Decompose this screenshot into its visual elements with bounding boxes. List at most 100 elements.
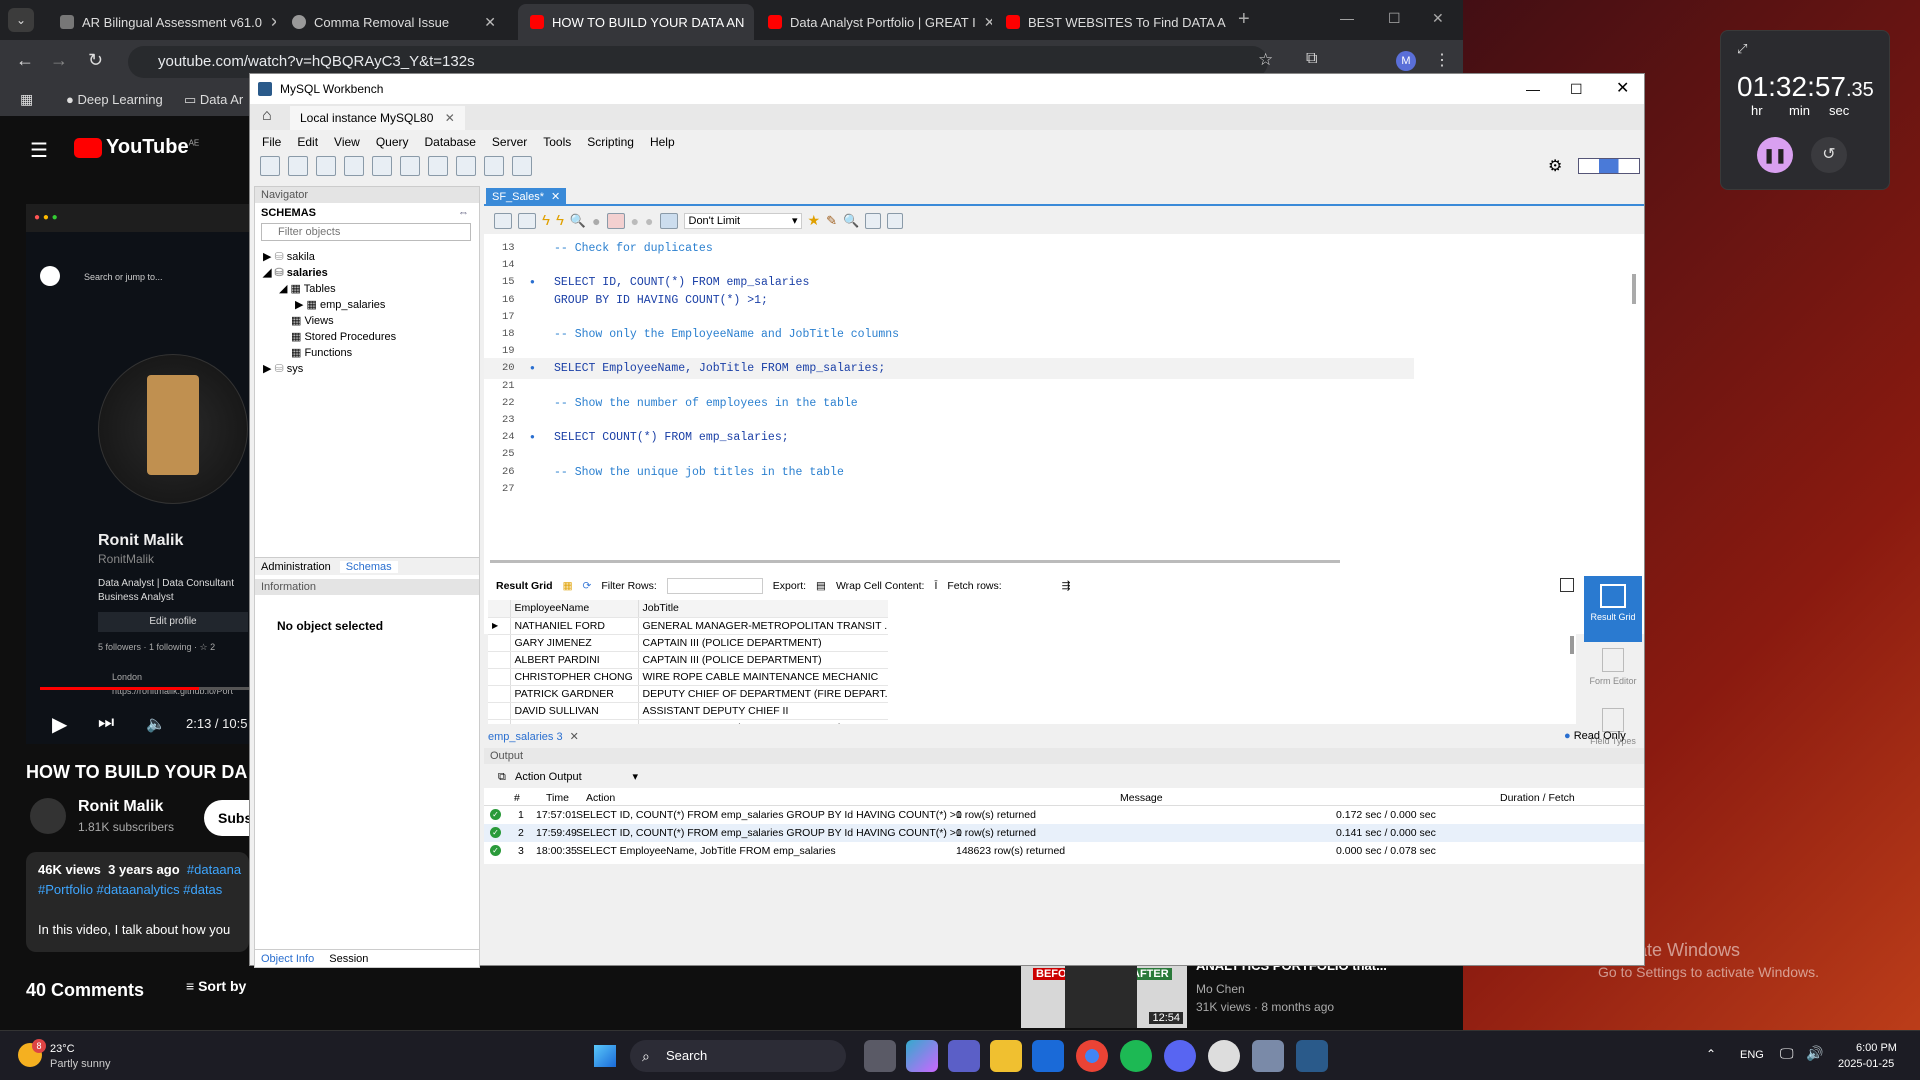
- bookmark-deep-learning[interactable]: ● Deep Learning: [66, 92, 163, 107]
- grid-cell[interactable]: ALBERT PARDINI: [510, 651, 639, 669]
- next-icon[interactable]: ⏭: [98, 712, 114, 733]
- row-indicator[interactable]: [488, 668, 511, 686]
- bookmark-star-icon[interactable]: ★: [808, 212, 821, 229]
- close-icon[interactable]: ✕: [752, 14, 754, 31]
- menu-file[interactable]: File: [254, 132, 289, 152]
- tab-object-info[interactable]: Object Info: [255, 953, 320, 965]
- editor-hscroll[interactable]: [490, 560, 1340, 563]
- commit-icon[interactable]: ●: [631, 213, 639, 229]
- autocommit-icon[interactable]: [659, 212, 678, 229]
- reload-icon[interactable]: ↻: [88, 50, 103, 71]
- table-row[interactable]: DAVID SULLIVAN ASSISTANT DEPUTY CHIEF II: [488, 702, 888, 720]
- spotify-icon[interactable]: [1120, 1040, 1152, 1072]
- stop-icon[interactable]: ●: [592, 213, 600, 229]
- tree-emp-salaries[interactable]: ▶ ▦ emp_salaries: [255, 297, 479, 313]
- grid-cell[interactable]: DAVID SULLIVAN: [510, 702, 639, 720]
- outlook-icon[interactable]: [1032, 1040, 1064, 1072]
- result-grid[interactable]: EmployeeName JobTitle ▶ NATHANIEL FORD GEN…: [488, 600, 1576, 724]
- minimize-icon[interactable]: —: [1340, 10, 1354, 26]
- tree-salaries[interactable]: ◢ ⛁ salaries: [255, 265, 479, 281]
- grid-cell[interactable]: GENERAL MANAGER-METROPOLITAN TRANSIT ...: [638, 617, 888, 635]
- instance-tab[interactable]: Local instance MySQL80 ✕: [290, 106, 465, 130]
- maximize-icon[interactable]: ☐: [1388, 10, 1401, 27]
- grid-cell[interactable]: ALSON LEE: [510, 719, 639, 724]
- row-indicator[interactable]: [488, 651, 511, 669]
- keyboard-icon[interactable]: [1252, 1040, 1284, 1072]
- grid-icon[interactable]: ▦: [563, 576, 573, 596]
- grid-cell[interactable]: NATHANIEL FORD: [510, 617, 639, 635]
- menu-edit[interactable]: Edit: [289, 132, 326, 152]
- close-icon[interactable]: ✕: [570, 731, 579, 743]
- wb-minimize-icon[interactable]: —: [1526, 74, 1540, 104]
- file-explorer-icon[interactable]: [990, 1040, 1022, 1072]
- query-tab-sf-sales[interactable]: SF_Sales* ✕: [486, 188, 567, 206]
- execute-current-icon[interactable]: ϟ: [556, 212, 564, 229]
- fetch-icon[interactable]: ⇶: [1062, 576, 1071, 596]
- row-indicator[interactable]: [488, 634, 511, 652]
- video-player[interactable]: ● ● ● Search or jump to... Ronit Malik R…: [26, 204, 249, 744]
- app-icon[interactable]: [1208, 1040, 1240, 1072]
- bookmark-folder-data[interactable]: ▭ Data Ar: [184, 92, 243, 108]
- table-row[interactable]: ALBERT PARDINI CAPTAIN III (POLICE DEPART…: [488, 651, 888, 669]
- refresh-icon[interactable]: ⟳: [583, 576, 592, 596]
- clock-time[interactable]: 6:00 PM: [1856, 1042, 1897, 1054]
- wb-maximize-icon[interactable]: ☐: [1570, 74, 1583, 104]
- table-row[interactable]: PATRICK GARDNER DEPUTY CHIEF OF DEPARTMEN…: [488, 685, 888, 703]
- grid-cell[interactable]: DEPUTY CHIEF OF DEPARTMENT (FIRE DEPART.…: [638, 685, 888, 703]
- toggle-panel-icon[interactable]: [1560, 578, 1574, 592]
- tab-ar-bilingual[interactable]: AR Bilingual Assessment v61.0 ✕: [48, 4, 276, 40]
- volume-icon[interactable]: 🔊: [1806, 1045, 1823, 1062]
- create-function-icon[interactable]: [456, 156, 476, 176]
- grid-cell[interactable]: BATTALION CHIEF (FIRE DEPARTMENT): [638, 719, 888, 724]
- recommended-channel[interactable]: Mo Chen: [1196, 982, 1245, 996]
- column-header-jobtitle[interactable]: JobTitle: [638, 600, 888, 618]
- explain-icon[interactable]: 🔍: [570, 213, 586, 229]
- invisible-chars-icon[interactable]: [865, 212, 882, 229]
- create-table-icon[interactable]: [372, 156, 392, 176]
- teams-icon[interactable]: [948, 1040, 980, 1072]
- network-icon[interactable]: 🖵: [1780, 1045, 1794, 1062]
- taskbar-search[interactable]: ⌕ Search: [630, 1040, 846, 1072]
- grid-cell[interactable]: PATRICK GARDNER: [510, 685, 639, 703]
- grid-cell[interactable]: ASSISTANT DEPUTY CHIEF II: [638, 702, 888, 720]
- menu-view[interactable]: View: [326, 132, 368, 152]
- new-sql-tab-icon[interactable]: [260, 156, 280, 176]
- hashtags[interactable]: #Portfolio #dataanalytics #datas: [38, 882, 222, 897]
- editor-scrollbar[interactable]: [1632, 274, 1636, 304]
- table-row[interactable]: ▶ NATHANIEL FORD GENERAL MANAGER-METROPOLI…: [488, 617, 888, 635]
- output-row[interactable]: ✓ 3 18:00:35 SELECT EmployeeName, JobTitle …: [484, 842, 1644, 860]
- export-icon[interactable]: ▤: [816, 576, 826, 596]
- row-indicator[interactable]: [488, 685, 511, 703]
- menu-kebab-icon[interactable]: ⋮: [1434, 50, 1450, 70]
- sql-editor[interactable]: 13 -- Check for duplicates 14 15 ● SELECT ID,…: [484, 234, 1644, 634]
- close-icon[interactable]: ✕: [445, 111, 455, 125]
- close-icon[interactable]: ✕: [551, 191, 560, 203]
- tab-best-websites[interactable]: BEST WEBSITES To Find DATA A✕: [994, 4, 1230, 40]
- tree-tables[interactable]: ◢ ▦ Tables: [255, 281, 479, 297]
- toggle-error-icon[interactable]: [606, 212, 625, 229]
- menu-database[interactable]: Database: [417, 132, 484, 152]
- table-row[interactable]: CHRISTOPHER CHONG WIRE ROPE CABLE MAINTEN…: [488, 668, 888, 686]
- clock-date[interactable]: 2025-01-25: [1838, 1058, 1894, 1070]
- tree-sakila[interactable]: ▶ ⛁ sakila: [255, 249, 479, 265]
- row-indicator[interactable]: [488, 719, 511, 724]
- new-tab-icon[interactable]: +: [1238, 8, 1250, 31]
- home-icon[interactable]: ⌂: [262, 107, 272, 125]
- find-icon[interactable]: 🔍: [843, 213, 859, 229]
- mysql-workbench-icon[interactable]: [1296, 1040, 1328, 1072]
- channel-name[interactable]: Ronit Malik: [78, 798, 163, 816]
- close-icon[interactable]: ✕: [484, 14, 496, 31]
- result-grid-side-button[interactable]: Result Grid: [1584, 576, 1642, 642]
- expand-icon[interactable]: ⤢: [1737, 41, 1747, 57]
- wrap-icon[interactable]: Ī: [934, 576, 937, 596]
- grid-cell[interactable]: GARY JIMENEZ: [510, 634, 639, 652]
- layout-toggle-icons[interactable]: [1578, 158, 1640, 174]
- apps-grid-icon[interactable]: ▦: [20, 91, 33, 108]
- open-sql-file-icon[interactable]: [288, 156, 308, 176]
- tree-procedures[interactable]: ▦ Stored Procedures: [255, 329, 479, 345]
- menu-query[interactable]: Query: [368, 132, 417, 152]
- menu-tools[interactable]: Tools: [535, 132, 579, 152]
- grid-cell[interactable]: CAPTAIN III (POLICE DEPARTMENT): [638, 651, 888, 669]
- menu-scripting[interactable]: Scripting: [579, 132, 642, 152]
- wb-close-icon[interactable]: ✕: [1616, 74, 1629, 104]
